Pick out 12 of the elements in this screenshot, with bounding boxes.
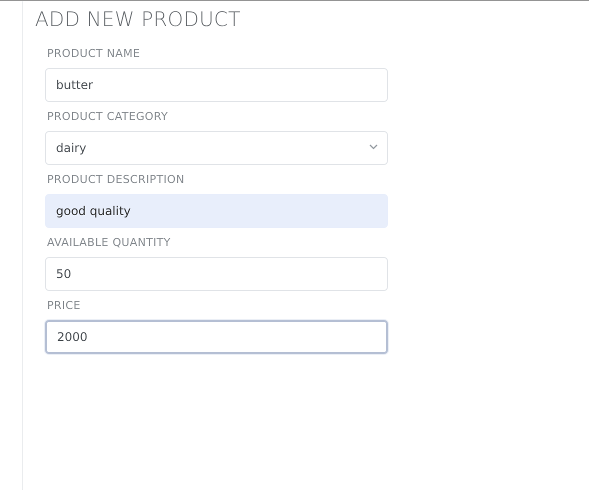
input-field[interactable]: good quality: [45, 194, 388, 228]
input-field[interactable]: 50: [45, 257, 388, 291]
input-field[interactable]: butter: [45, 68, 388, 102]
field-label: AVAILABLE QUANTITY: [47, 236, 172, 249]
category-select[interactable]: dairy: [45, 131, 388, 165]
field-label: PRICE: [47, 299, 82, 312]
input-field[interactable]: 2000: [45, 320, 388, 354]
form-title: ADD NEW PRODUCT: [35, 7, 242, 31]
field-label: PRODUCT NAME: [47, 47, 142, 60]
field-label: PRODUCT DESCRIPTION: [47, 173, 186, 186]
field-label: PRODUCT CATEGORY: [47, 110, 170, 123]
chevron-down-icon: [369, 144, 378, 150]
